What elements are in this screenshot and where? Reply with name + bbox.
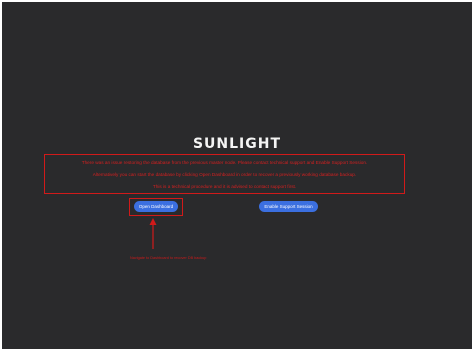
sunlight-logo: SUNLIGHT xyxy=(192,136,282,152)
error-message-line-3: This is a technical procedure and it is … xyxy=(152,184,297,189)
screenshot-frame: SUNLIGHT There was an issue restoring th… xyxy=(0,0,474,351)
app-screen: SUNLIGHT There was an issue restoring th… xyxy=(2,2,472,349)
up-arrow-icon xyxy=(149,218,157,249)
annotation-note: Navigate to Dashboard to recover DB back… xyxy=(130,256,207,260)
error-message-box: There was an issue restoring the databas… xyxy=(44,154,405,194)
enable-support-session-button[interactable]: Enable Support Session xyxy=(259,201,318,212)
error-message-line-2: Alternatively you can start the database… xyxy=(92,172,357,177)
error-message-line-1: There was an issue restoring the databas… xyxy=(81,160,368,165)
open-dashboard-button[interactable]: Open Dashboard xyxy=(134,201,178,212)
